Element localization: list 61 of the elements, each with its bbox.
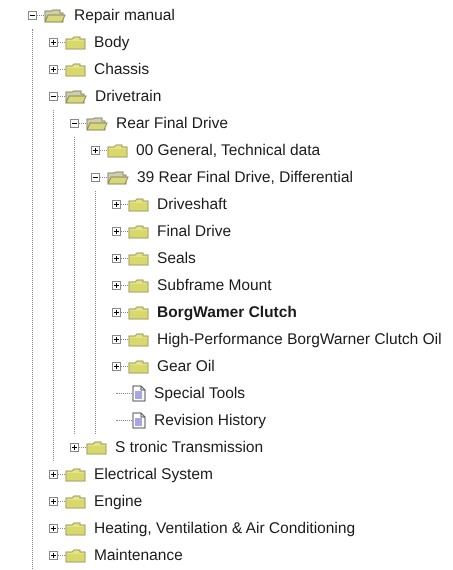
expand-toggle[interactable] xyxy=(49,524,58,533)
tree-item[interactable]: Seals xyxy=(155,248,198,268)
expand-toggle[interactable] xyxy=(112,200,121,209)
expand-toggle[interactable] xyxy=(49,470,58,479)
open-folder-icon xyxy=(44,8,66,22)
tree-item[interactable]: 39 Rear Final Drive, Differential xyxy=(135,168,355,188)
expand-toggle[interactable] xyxy=(49,65,58,74)
collapse-toggle[interactable] xyxy=(70,119,79,128)
document-icon xyxy=(132,385,146,402)
folder-icon xyxy=(107,144,128,158)
open-folder-icon xyxy=(86,116,108,130)
folder-icon xyxy=(65,468,86,482)
expand-toggle[interactable] xyxy=(91,146,100,155)
tree-item[interactable]: 00 General, Technical data xyxy=(134,140,322,160)
expand-toggle[interactable] xyxy=(112,335,121,344)
tree-item[interactable]: Rear Final Drive xyxy=(114,114,230,134)
tree-item[interactable]: Revision History xyxy=(152,410,268,430)
folder-icon xyxy=(65,494,86,508)
tree-item[interactable]: Subframe Mount xyxy=(155,276,274,296)
folder-icon xyxy=(65,522,86,536)
expand-toggle[interactable] xyxy=(70,443,79,452)
tree-item[interactable]: Special Tools xyxy=(152,384,248,404)
tree-item[interactable]: Driveshaft xyxy=(155,194,229,214)
folder-icon xyxy=(128,306,149,320)
expand-toggle[interactable] xyxy=(112,254,121,263)
expand-toggle[interactable] xyxy=(49,38,58,47)
expand-toggle[interactable] xyxy=(49,551,58,560)
expand-toggle[interactable] xyxy=(112,227,121,236)
open-folder-icon xyxy=(107,170,129,184)
folder-icon xyxy=(65,548,86,562)
tree-item[interactable]: Final Drive xyxy=(155,222,234,242)
expand-toggle[interactable] xyxy=(112,308,121,317)
folder-icon xyxy=(65,62,86,76)
tree-item[interactable]: S tronic Transmission xyxy=(113,438,266,458)
tree-item[interactable]: Body xyxy=(92,32,132,52)
folder-icon xyxy=(128,360,149,374)
folder-icon xyxy=(128,278,149,292)
tree-item[interactable]: High-Performance BorgWarner Clutch Oil xyxy=(155,330,444,350)
tree-item[interactable]: Drivetrain xyxy=(93,86,164,106)
open-folder-icon xyxy=(65,90,87,104)
tree-item[interactable]: Engine xyxy=(92,492,144,512)
folder-icon xyxy=(128,252,149,266)
tree-item[interactable]: Maintenance xyxy=(92,546,185,566)
folder-icon xyxy=(128,224,149,238)
folder-icon xyxy=(128,198,149,212)
expand-toggle[interactable] xyxy=(112,281,121,290)
tree-item[interactable]: Repair manual xyxy=(72,6,177,26)
collapse-toggle[interactable] xyxy=(49,92,58,101)
tree-item[interactable]: Chassis xyxy=(92,60,152,80)
folder-icon xyxy=(65,36,86,50)
tree-item[interactable]: Gear Oil xyxy=(155,356,217,376)
collapse-toggle[interactable] xyxy=(91,173,100,182)
tree-item[interactable]: Electrical System xyxy=(92,464,215,484)
tree-item[interactable]: BorgWamer Clutch xyxy=(155,302,299,322)
expand-toggle[interactable] xyxy=(112,362,121,371)
collapse-toggle[interactable] xyxy=(28,11,37,20)
tree-item[interactable]: Heating, Ventilation & Air Conditioning xyxy=(92,518,358,538)
folder-icon xyxy=(128,332,149,346)
expand-toggle[interactable] xyxy=(49,497,58,506)
document-icon xyxy=(132,412,146,429)
folder-icon xyxy=(86,440,107,454)
